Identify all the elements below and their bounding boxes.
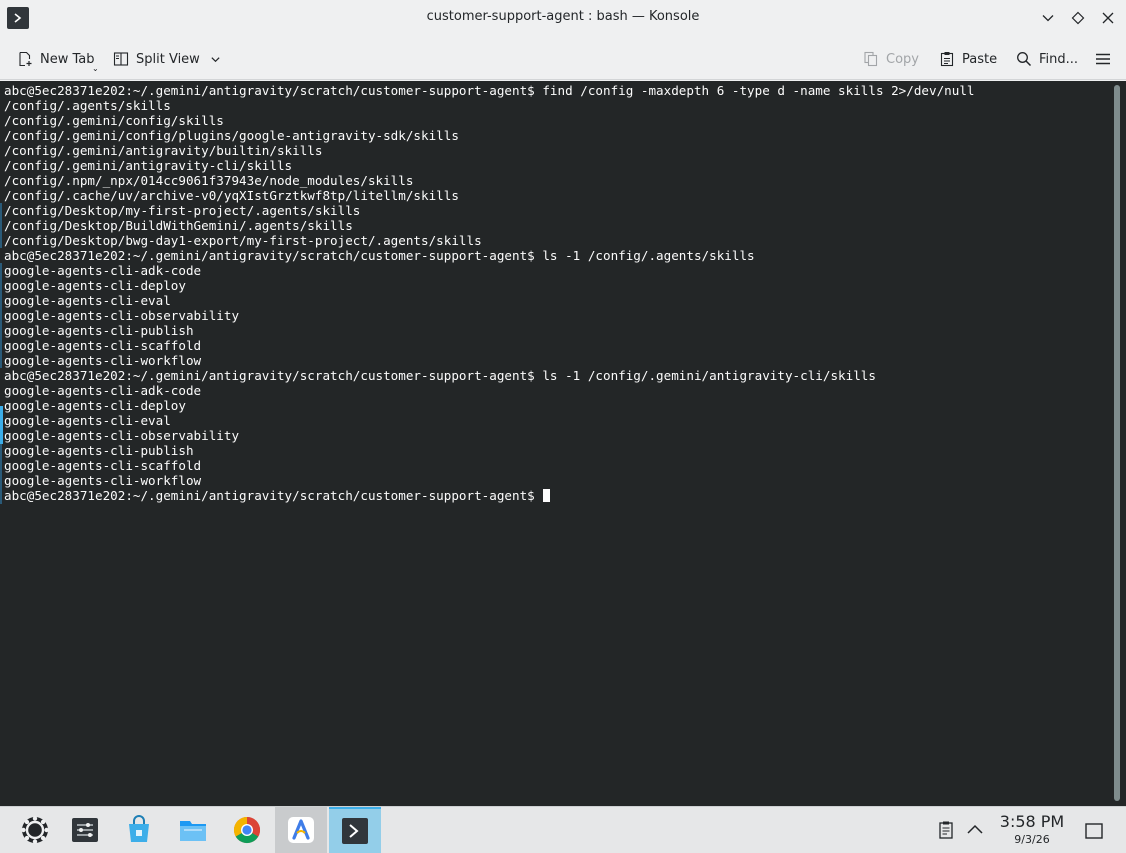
scrollbar-thumb[interactable] <box>1114 85 1120 801</box>
chrome-browser-icon <box>233 816 261 844</box>
terminal-line: /config/.gemini/antigravity/builtin/skil… <box>4 143 323 158</box>
diamond-icon <box>1071 11 1085 25</box>
terminal-line: /config/.npm/_npx/014cc9061f37943e/node_… <box>4 173 414 188</box>
terminal-line: google-agents-cli-adk-code <box>4 383 202 398</box>
window-title: customer-support-agent : bash — Konsole <box>426 9 700 24</box>
new-tab-label: New Tab <box>40 51 95 67</box>
discover-store-icon <box>129 815 149 842</box>
clock-date[interactable]: 9/3/26 <box>994 833 1070 846</box>
new-tab-icon <box>19 51 32 67</box>
terminal-line: google-agents-cli-observability <box>4 308 240 323</box>
new-tab-button[interactable]: New Tab <box>17 48 95 70</box>
hamburger-menu-icon <box>1096 53 1110 65</box>
selection-marker <box>0 406 3 444</box>
shell-prompt: abc@5ec28371e202:~/.gemini/antigravity/s… <box>4 488 543 503</box>
copy-icon <box>864 51 878 67</box>
antigravity-icon <box>288 817 314 843</box>
konsole-task-button[interactable] <box>329 807 381 853</box>
chrome-browser-button[interactable] <box>221 807 273 853</box>
terminal-line: abc@5ec28371e202:~/.gemini/antigravity/s… <box>4 83 975 98</box>
clipboard-icon[interactable] <box>936 820 956 840</box>
find-label: Find... <box>1039 51 1079 67</box>
terminal-line: /config/Desktop/BuildWithGemini/.agents/… <box>4 218 353 233</box>
new-tab-menu-arrow-icon[interactable]: ⌄ <box>92 64 99 73</box>
chevron-down-icon <box>1042 15 1054 22</box>
terminal-line: google-agents-cli-scaffold <box>4 338 202 353</box>
terminal-line: /config/Desktop/bwg-day1-export/my-first… <box>4 233 482 248</box>
file-manager-icon <box>180 821 206 841</box>
close-button[interactable] <box>1098 8 1118 28</box>
selection-marker <box>0 203 2 248</box>
split-view-icon <box>113 52 129 66</box>
terminal-line: google-agents-cli-scaffold <box>4 458 202 473</box>
terminal-line: google-agents-cli-eval <box>4 413 171 428</box>
search-icon <box>1017 52 1032 67</box>
chevron-down-icon <box>211 56 220 62</box>
system-settings-button[interactable] <box>59 807 111 853</box>
terminal-line: google-agents-cli-publish <box>4 323 194 338</box>
split-view-label: Split View <box>136 51 200 67</box>
terminal-output: abc@5ec28371e202:~/.gemini/antigravity/s… <box>4 83 1104 503</box>
app-launcher-button[interactable] <box>9 807 61 853</box>
terminal-line: google-agents-cli-deploy <box>4 278 186 293</box>
find-button[interactable]: Find... <box>1016 48 1078 70</box>
paste-button[interactable]: Paste <box>939 48 997 70</box>
paste-icon <box>940 52 954 67</box>
selection-marker <box>0 263 2 368</box>
file-manager-button[interactable] <box>167 807 219 853</box>
terminal-line: /config/.cache/uv/archive-v0/yqXIstGrztk… <box>4 188 459 203</box>
toolbar: New Tab ⌄ Split View Copy Paste Find... <box>0 38 1126 80</box>
paste-label: Paste <box>962 51 998 67</box>
discover-store-button[interactable] <box>113 807 165 853</box>
terminal-line: google-agents-cli-workflow <box>4 353 202 368</box>
konsole-window: customer-support-agent : bash — Konsole … <box>0 0 1126 806</box>
system-settings-icon <box>72 818 98 842</box>
selection-marker <box>0 444 2 504</box>
clock-time[interactable]: 3:58 PM <box>994 812 1070 831</box>
taskbar: 3:58 PM 9/3/26 <box>0 806 1126 853</box>
terminal-line: /config/.agents/skills <box>4 98 171 113</box>
konsole-icon <box>342 818 368 844</box>
text-cursor <box>543 489 551 502</box>
terminal-prompt-line[interactable]: abc@5ec28371e202:~/.gemini/antigravity/s… <box>4 488 1104 503</box>
title-bar[interactable]: customer-support-agent : bash — Konsole <box>0 0 1126 36</box>
terminal-line: /config/Desktop/my-first-project/.agents… <box>4 203 361 218</box>
show-desktop-icon[interactable] <box>1084 821 1104 841</box>
terminal-view[interactable]: abc@5ec28371e202:~/.gemini/antigravity/s… <box>0 81 1126 806</box>
app-launcher-icon <box>21 816 49 844</box>
antigravity-button[interactable] <box>275 807 327 853</box>
terminal-line: google-agents-cli-workflow <box>4 473 202 488</box>
chevron-up-icon[interactable] <box>965 820 985 840</box>
terminal-line: google-agents-cli-observability <box>4 428 240 443</box>
maximize-button[interactable] <box>1068 8 1088 28</box>
terminal-line: abc@5ec28371e202:~/.gemini/antigravity/s… <box>4 248 755 263</box>
terminal-line: google-agents-cli-eval <box>4 293 171 308</box>
split-view-button[interactable]: Split View <box>113 48 228 70</box>
terminal-line: /config/.gemini/config/plugins/google-an… <box>4 128 459 143</box>
minimize-button[interactable] <box>1038 8 1058 28</box>
terminal-line: abc@5ec28371e202:~/.gemini/antigravity/s… <box>4 368 876 383</box>
terminal-line: /config/.gemini/config/skills <box>4 113 224 128</box>
hamburger-menu-button[interactable] <box>1095 48 1118 70</box>
copy-button[interactable]: Copy <box>863 48 919 70</box>
copy-label: Copy <box>886 51 919 67</box>
terminal-line: google-agents-cli-publish <box>4 443 194 458</box>
terminal-scrollbar[interactable] <box>1114 85 1120 801</box>
terminal-line: /config/.gemini/antigravity-cli/skills <box>4 158 293 173</box>
terminal-line: google-agents-cli-adk-code <box>4 263 202 278</box>
terminal-line: google-agents-cli-deploy <box>4 398 186 413</box>
close-icon <box>1102 12 1114 24</box>
